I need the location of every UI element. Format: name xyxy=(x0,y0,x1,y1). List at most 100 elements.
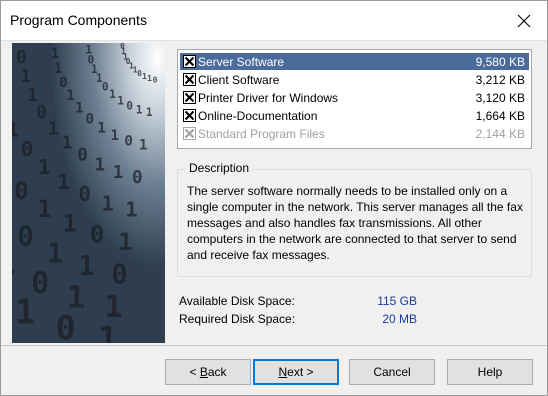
close-button[interactable] xyxy=(501,1,547,41)
description-text: The server software normally needs to be… xyxy=(187,184,523,262)
component-row[interactable]: Printer Driver for Windows 3,120 KB xyxy=(180,89,529,106)
svg-text:1: 1 xyxy=(54,61,63,77)
back-button-rest: ack xyxy=(207,365,227,379)
svg-text:0: 0 xyxy=(16,48,27,68)
component-name: Standard Program Files xyxy=(198,126,325,141)
svg-text:0: 0 xyxy=(14,177,28,205)
check-x-icon xyxy=(184,110,195,121)
svg-text:1: 1 xyxy=(20,67,31,87)
svg-text:1: 1 xyxy=(97,121,106,137)
svg-text:1: 1 xyxy=(125,197,138,221)
components-list[interactable]: Server Software 9,580 KB Client Software 3,… xyxy=(177,49,532,149)
svg-text:0: 0 xyxy=(77,146,88,166)
title-bar: Program Components xyxy=(1,1,547,41)
next-button-rest: ext > xyxy=(287,365,314,379)
svg-text:0: 0 xyxy=(21,137,34,161)
svg-text:1: 1 xyxy=(75,100,84,116)
svg-text:0: 0 xyxy=(124,134,133,150)
svg-text:1: 1 xyxy=(47,238,63,269)
svg-text:1: 1 xyxy=(85,43,92,56)
component-name: Printer Driver for Windows xyxy=(198,90,339,105)
svg-text:0: 0 xyxy=(59,75,68,91)
next-button[interactable]: Next > xyxy=(253,359,339,385)
next-button-mnemonic: N xyxy=(278,365,288,379)
close-icon xyxy=(517,14,531,28)
footer-divider xyxy=(1,345,547,346)
component-size: 1,664 KB xyxy=(475,108,525,123)
back-button-mnemonic: B xyxy=(199,365,208,379)
check-x-icon xyxy=(184,128,195,139)
available-disk-space-value: 115 GB xyxy=(377,294,417,308)
svg-text:1: 1 xyxy=(95,156,106,176)
svg-text:1: 1 xyxy=(63,210,77,238)
component-checkbox[interactable] xyxy=(183,127,196,140)
component-size: 9,580 KB xyxy=(475,54,525,69)
svg-text:1: 1 xyxy=(113,163,124,183)
required-disk-space-label: Required Disk Space: xyxy=(179,312,296,326)
svg-text:1: 1 xyxy=(51,46,60,62)
svg-text:0: 0 xyxy=(90,221,104,249)
svg-text:0: 0 xyxy=(36,103,47,123)
component-name: Online-Documentation xyxy=(198,108,318,123)
description-group: Description The server software normally… xyxy=(177,161,532,277)
svg-text:1: 1 xyxy=(62,134,73,154)
svg-text:0: 0 xyxy=(85,111,94,127)
component-row[interactable]: Server Software 9,580 KB xyxy=(180,53,529,70)
component-row[interactable]: Standard Program Files 2,144 KB xyxy=(180,125,529,142)
component-checkbox[interactable] xyxy=(183,91,196,104)
svg-text:1: 1 xyxy=(48,119,59,139)
component-checkbox[interactable] xyxy=(183,109,196,122)
svg-text:1: 1 xyxy=(142,72,147,81)
svg-text:0: 0 xyxy=(111,259,127,290)
svg-text:1: 1 xyxy=(57,170,70,194)
svg-text:1: 1 xyxy=(110,128,119,144)
component-row[interactable]: Online-Documentation 1,664 KB xyxy=(180,107,529,124)
available-disk-space-label: Available Disk Space: xyxy=(179,294,295,308)
svg-text:1: 1 xyxy=(27,86,38,106)
svg-text:0: 0 xyxy=(137,69,142,78)
svg-text:0: 0 xyxy=(79,182,92,206)
description-legend: Description xyxy=(186,161,253,175)
back-button[interactable]: < Back xyxy=(165,359,251,385)
svg-text:1: 1 xyxy=(147,74,152,83)
binary-code-banner-image: 0110110111101101101011011010110110111011… xyxy=(12,43,165,343)
check-x-icon xyxy=(184,56,195,67)
component-name: Client Software xyxy=(198,72,280,87)
svg-text:0: 0 xyxy=(132,168,143,188)
svg-text:0: 0 xyxy=(126,100,133,113)
svg-text:1: 1 xyxy=(109,88,116,101)
svg-text:1: 1 xyxy=(98,319,118,343)
help-button[interactable]: Help xyxy=(447,359,533,385)
program-components-dialog: Program Components 011011011110110110101… xyxy=(0,0,548,396)
svg-text:1: 1 xyxy=(12,117,19,141)
svg-text:0: 0 xyxy=(120,43,125,51)
window-title: Program Components xyxy=(10,12,147,28)
svg-text:1: 1 xyxy=(78,251,94,282)
component-checkbox[interactable] xyxy=(183,73,196,86)
component-name: Server Software xyxy=(198,54,285,69)
svg-text:0: 0 xyxy=(153,75,158,84)
svg-text:1: 1 xyxy=(146,106,153,119)
component-size: 3,120 KB xyxy=(475,90,525,105)
svg-text:1: 1 xyxy=(117,94,124,107)
back-button-prefix: < xyxy=(189,365,200,379)
check-x-icon xyxy=(184,74,195,85)
svg-text:0: 0 xyxy=(102,81,109,94)
svg-text:1: 1 xyxy=(101,191,114,215)
svg-text:1: 1 xyxy=(37,195,51,223)
svg-text:1: 1 xyxy=(15,292,35,331)
check-x-icon xyxy=(184,92,195,103)
cancel-button[interactable]: Cancel xyxy=(349,359,435,385)
component-checkbox[interactable] xyxy=(183,55,196,68)
required-disk-space-value: 20 MB xyxy=(382,312,417,326)
svg-text:1: 1 xyxy=(136,103,143,116)
svg-text:0: 0 xyxy=(17,221,33,252)
component-size: 2,144 KB xyxy=(475,126,525,141)
svg-text:1: 1 xyxy=(139,137,148,153)
svg-text:1: 1 xyxy=(12,247,16,282)
component-row[interactable]: Client Software 3,212 KB xyxy=(180,71,529,88)
svg-text:0: 0 xyxy=(55,309,75,343)
svg-text:1: 1 xyxy=(118,228,132,256)
component-size: 3,212 KB xyxy=(475,72,525,87)
svg-text:1: 1 xyxy=(38,155,51,179)
